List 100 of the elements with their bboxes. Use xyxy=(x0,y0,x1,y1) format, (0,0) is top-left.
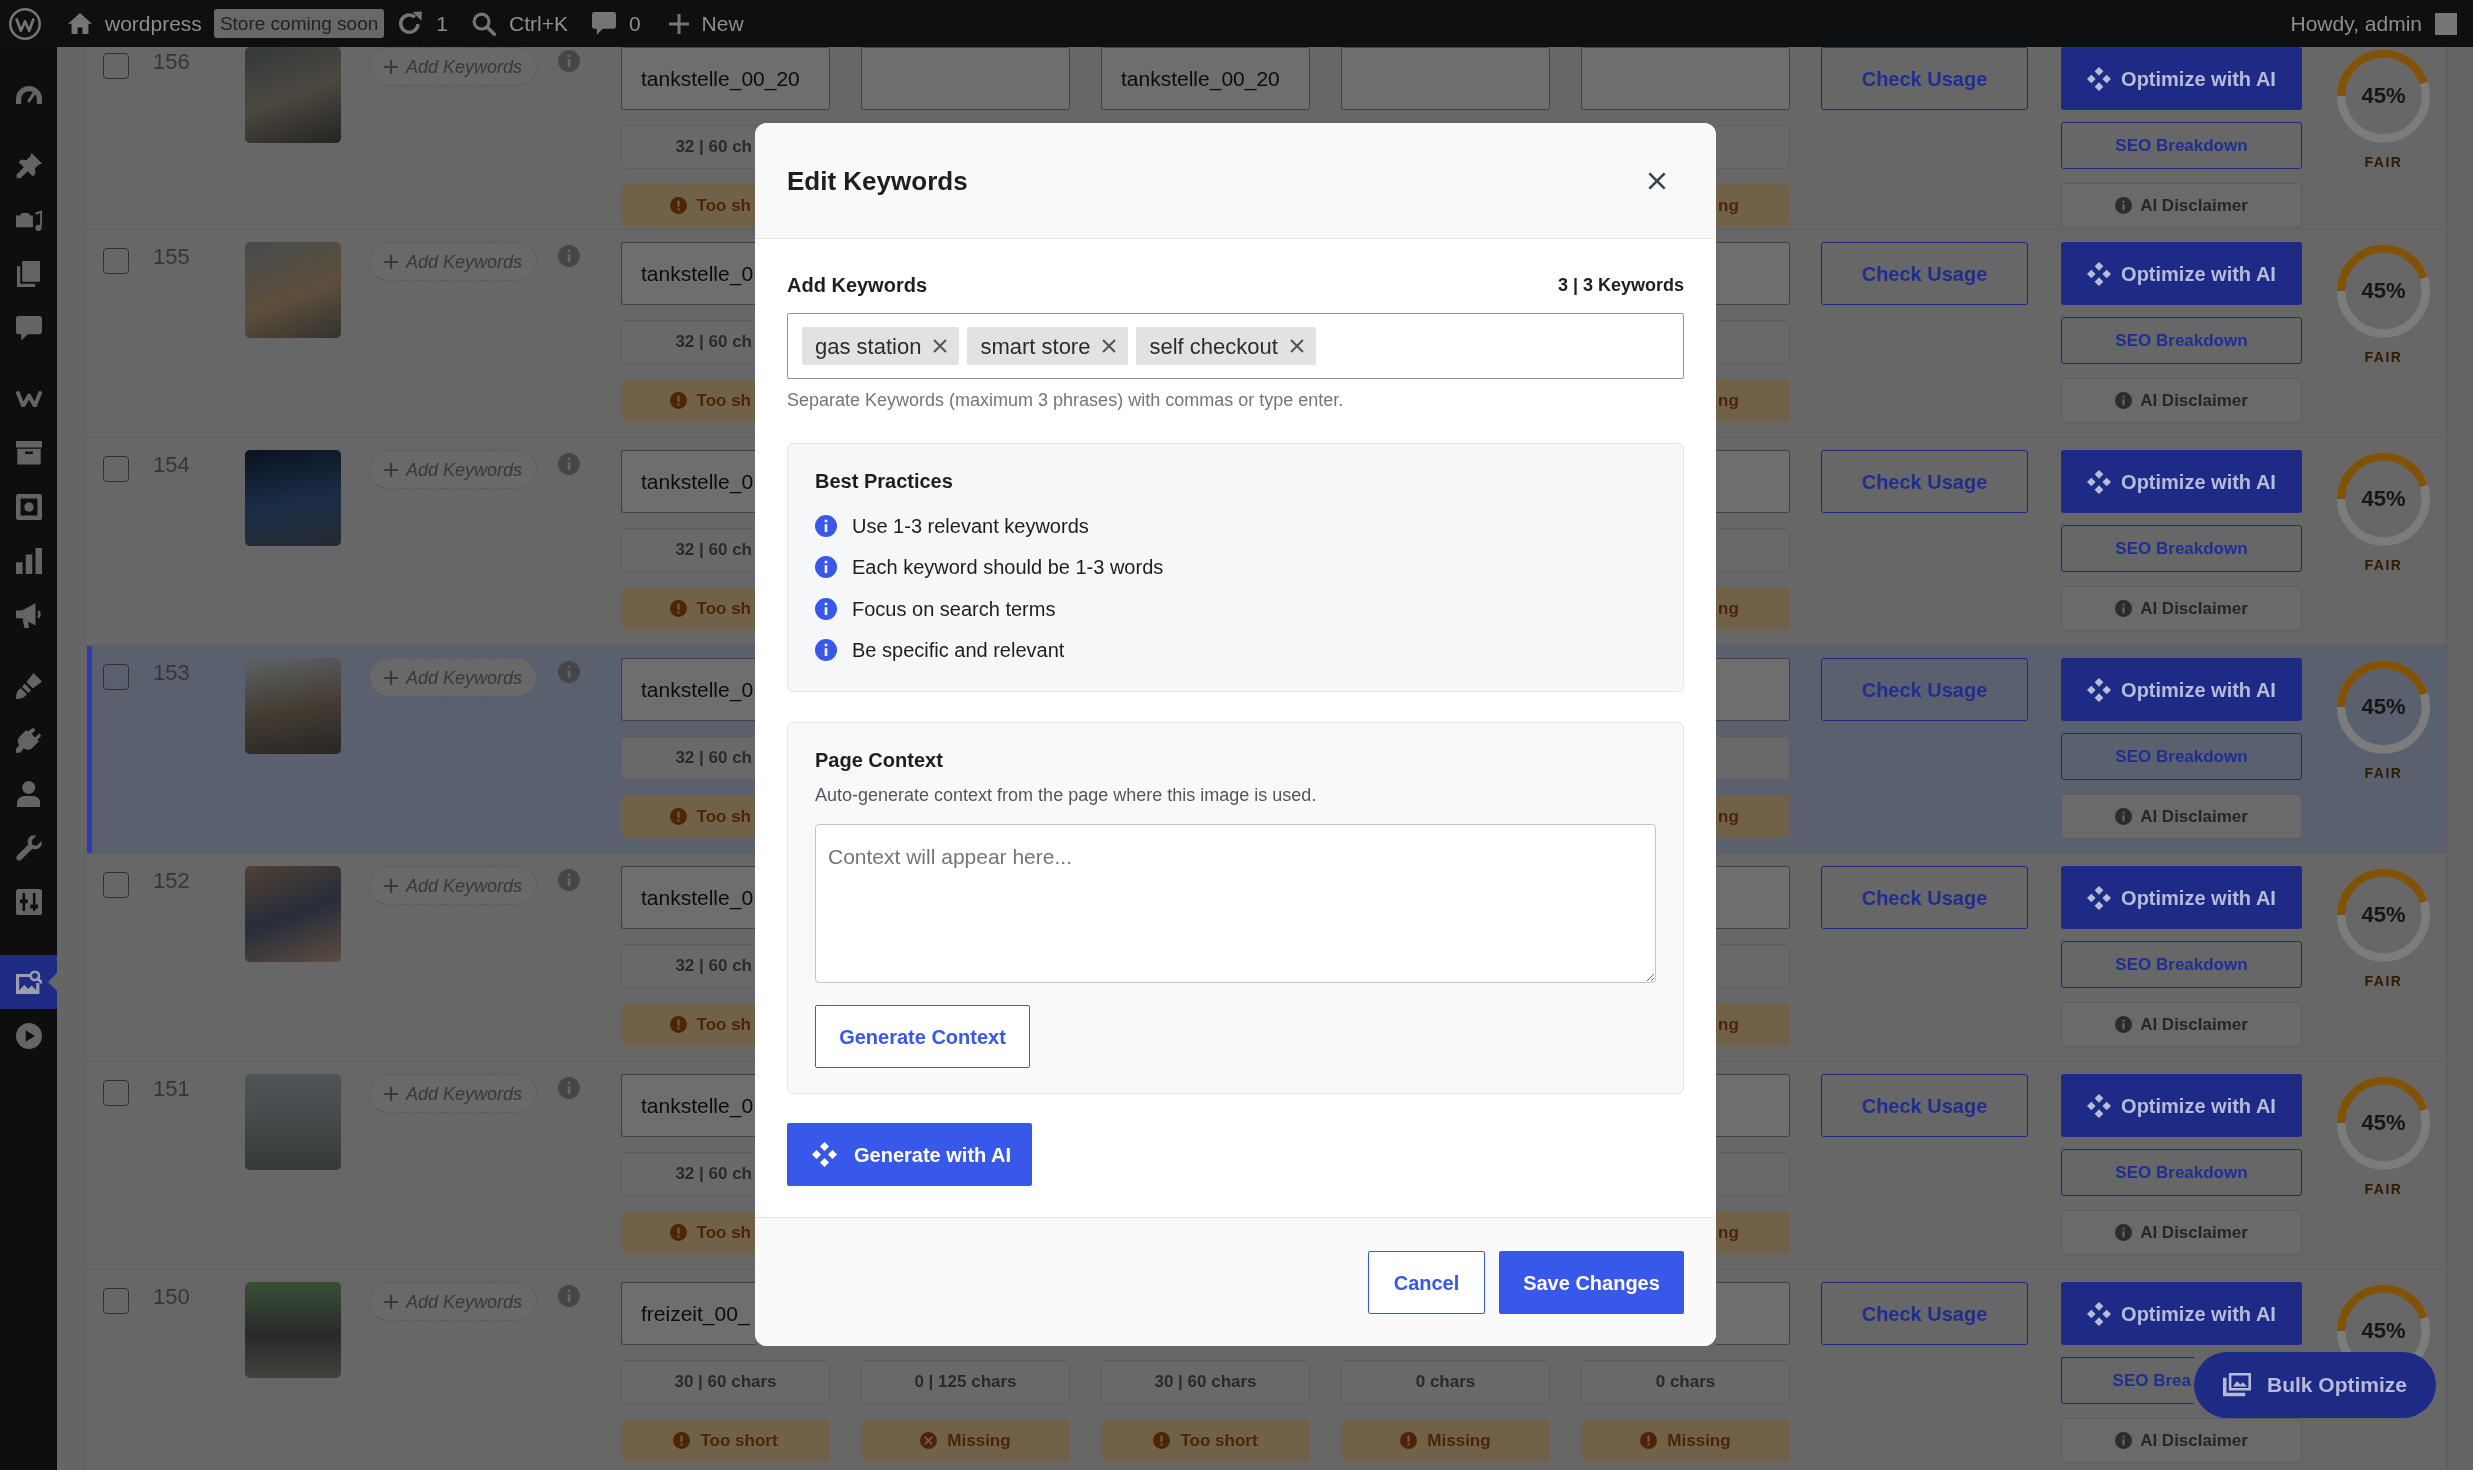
alert-icon xyxy=(1153,1432,1171,1449)
keywords-field[interactable]: gas station smart store self checkout xyxy=(787,313,1684,379)
ai-disclaimer-button[interactable]: AI Disclaimer xyxy=(2061,794,2302,839)
refresh-icon xyxy=(396,10,424,37)
text-field[interactable]: tankstelle_0 xyxy=(621,658,755,721)
info-icon[interactable] xyxy=(558,1285,580,1307)
seo-breakdown-button[interactable]: SEO Breakdown xyxy=(2061,941,2302,988)
optimize-button[interactable]: Optimize with AI xyxy=(2061,450,2302,513)
text-field[interactable] xyxy=(1716,866,1790,929)
text-field[interactable] xyxy=(1716,1074,1790,1137)
text-field[interactable]: tankstelle_0 xyxy=(621,866,755,929)
remove-icon[interactable] xyxy=(1102,339,1117,353)
check-usage-button[interactable]: Check Usage xyxy=(1821,1074,2028,1137)
generate-context-button[interactable]: Generate Context xyxy=(815,1005,1030,1068)
diamonds-icon xyxy=(2087,66,2112,91)
row-checkbox[interactable] xyxy=(103,664,129,690)
text-field[interactable]: tankstelle_00_20 xyxy=(1101,47,1310,110)
seo-breakdown-button[interactable]: SEO Breakdown xyxy=(2061,122,2302,169)
check-usage-button[interactable]: Check Usage xyxy=(1821,658,2028,721)
seo-breakdown-button[interactable]: SEO Breakdown xyxy=(2061,1149,2302,1196)
optimize-button[interactable]: Optimize with AI xyxy=(2061,1282,2302,1345)
updates-link[interactable]: 1 xyxy=(384,0,460,47)
text-field[interactable]: tankstelle_00_20 xyxy=(621,47,830,110)
speech-bubble-icon xyxy=(15,315,42,341)
close-icon xyxy=(1648,171,1666,190)
seo-breakdown-button[interactable]: SEO Breakdown xyxy=(2061,525,2302,572)
seo-breakdown-button[interactable]: SEO Breakdown xyxy=(2061,733,2302,780)
row-checkbox[interactable] xyxy=(103,872,129,898)
info-icon xyxy=(2115,392,2133,409)
close-button[interactable] xyxy=(1648,171,1666,190)
score-rating: FAIR xyxy=(2364,1181,2403,1197)
check-usage-button[interactable]: Check Usage xyxy=(1821,47,2028,110)
info-icon[interactable] xyxy=(558,661,580,683)
info-icon[interactable] xyxy=(558,869,580,891)
optimize-button[interactable]: Optimize with AI xyxy=(2061,242,2302,305)
optimize-button[interactable]: Optimize with AI xyxy=(2061,866,2302,929)
status-text: Too sh xyxy=(696,1221,751,1244)
remove-icon[interactable] xyxy=(1289,339,1304,353)
text-field[interactable] xyxy=(1716,1282,1790,1345)
diamonds-icon xyxy=(2087,1301,2112,1326)
row-checkbox[interactable] xyxy=(103,53,129,79)
row-checkbox[interactable] xyxy=(103,456,129,482)
text-field[interactable]: tankstelle_0 xyxy=(621,1074,755,1137)
optimize-button[interactable]: Optimize with AI xyxy=(2061,1074,2302,1137)
site-link[interactable]: wordpress xyxy=(56,0,214,47)
plus-icon xyxy=(383,670,398,685)
diamonds-icon xyxy=(2087,261,2112,286)
ai-disclaimer-button[interactable]: AI Disclaimer xyxy=(2061,1418,2302,1463)
tip-text: Be specific and relevant xyxy=(852,638,1065,664)
info-icon xyxy=(2115,1016,2133,1033)
text-field[interactable] xyxy=(1716,450,1790,513)
text-field[interactable]: tankstelle_0 xyxy=(621,242,755,305)
logo-icon xyxy=(9,7,41,40)
optimize-button[interactable]: Optimize with AI xyxy=(2061,47,2302,110)
text-field[interactable] xyxy=(861,47,1070,110)
check-usage-button[interactable]: Check Usage xyxy=(1821,866,2028,929)
ai-disclaimer-button[interactable]: AI Disclaimer xyxy=(2061,183,2302,228)
seo-breakdown-button[interactable]: SEO Brea xyxy=(2061,1357,2194,1404)
ai-disclaimer-button[interactable]: AI Disclaimer xyxy=(2061,586,2302,631)
char-count: 0 chars xyxy=(1581,1360,1790,1404)
context-field[interactable]: Context will appear here... xyxy=(815,824,1656,983)
info-icon[interactable] xyxy=(558,453,580,475)
optimize-button[interactable]: Optimize with AI xyxy=(2061,658,2302,721)
score-rating: FAIR xyxy=(2364,557,2403,573)
remove-icon[interactable] xyxy=(933,339,948,353)
text-field[interactable]: freizeit_00_ xyxy=(621,1282,755,1345)
char-count: 32 | 60 ch xyxy=(621,528,755,572)
bulk-optimize-button[interactable]: Bulk Optimize xyxy=(2194,1352,2436,1418)
menu-item[interactable] xyxy=(0,955,57,1009)
text-field[interactable] xyxy=(1341,47,1550,110)
row-checkbox[interactable] xyxy=(103,1080,129,1106)
account-link[interactable]: Howdy, admin xyxy=(2278,0,2457,47)
text-field[interactable] xyxy=(1581,47,1790,110)
check-usage-button[interactable]: Check Usage xyxy=(1821,242,2028,305)
diamonds-icon xyxy=(2087,677,2112,702)
text-field[interactable]: tankstelle_0 xyxy=(621,450,755,513)
banknote-icon xyxy=(15,494,42,520)
comments-link[interactable]: 0 xyxy=(579,0,653,47)
seo-breakdown-button[interactable]: SEO Breakdown xyxy=(2061,317,2302,364)
row-checkbox[interactable] xyxy=(103,248,129,274)
row-checkbox[interactable] xyxy=(103,1288,129,1314)
info-icon[interactable] xyxy=(558,1077,580,1099)
text-field[interactable] xyxy=(1716,242,1790,305)
info-icon[interactable] xyxy=(558,50,580,72)
image-icon xyxy=(15,969,42,995)
save-button[interactable]: Save Changes xyxy=(1499,1251,1684,1314)
archive-box-icon xyxy=(15,441,42,465)
new-link[interactable]: New xyxy=(652,0,756,47)
search-link[interactable]: Ctrl+K xyxy=(460,0,580,47)
ai-disclaimer-button[interactable]: AI Disclaimer xyxy=(2061,1002,2302,1047)
generate-ai-button[interactable]: Generate with AI xyxy=(787,1123,1032,1186)
dialog-title: Edit Keywords xyxy=(787,164,968,197)
cancel-button[interactable]: Cancel xyxy=(1368,1251,1485,1314)
ai-disclaimer-button[interactable]: AI Disclaimer xyxy=(2061,378,2302,423)
ai-disclaimer-button[interactable]: AI Disclaimer xyxy=(2061,1210,2302,1255)
info-icon[interactable] xyxy=(558,245,580,267)
check-usage-button[interactable]: Check Usage xyxy=(1821,1282,2028,1345)
score-value: 45% xyxy=(2361,1110,2406,1135)
check-usage-button[interactable]: Check Usage xyxy=(1821,450,2028,513)
text-field[interactable] xyxy=(1716,658,1790,721)
